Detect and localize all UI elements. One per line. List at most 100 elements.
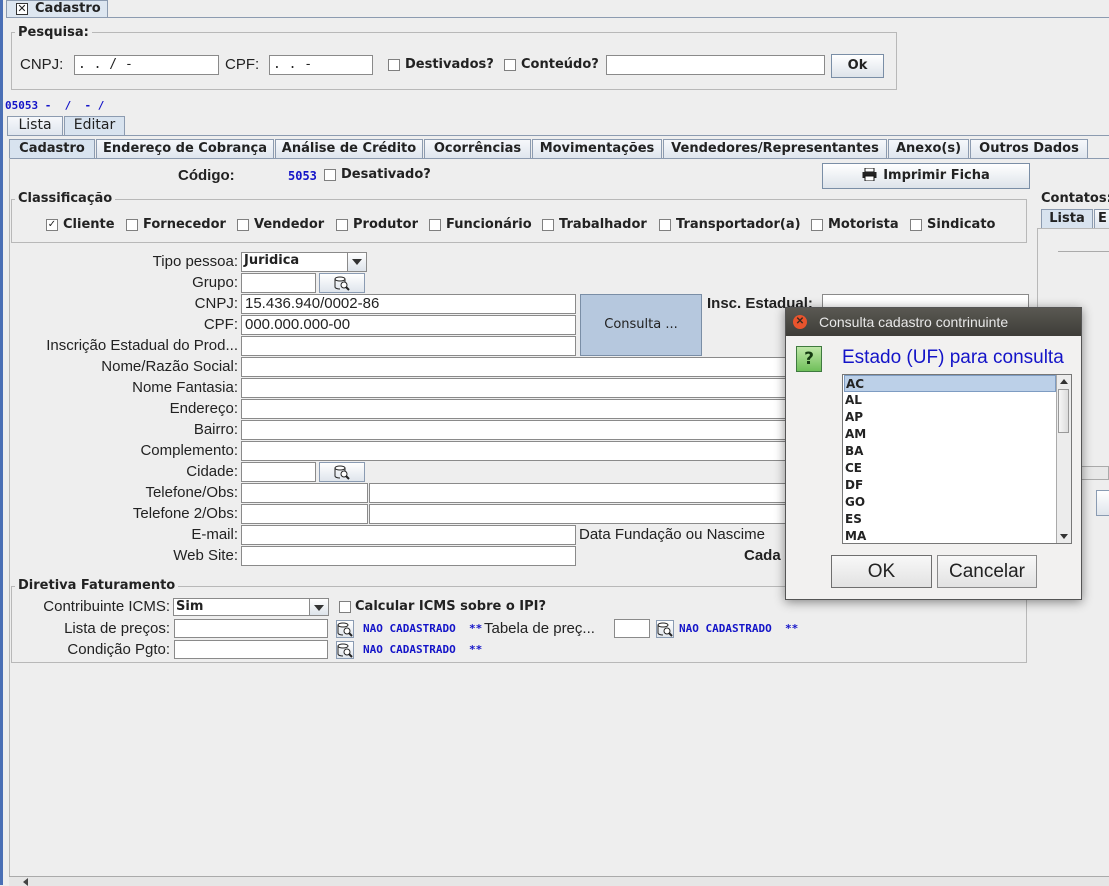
telefone-input[interactable] [241,483,368,503]
dialog-close-icon[interactable]: ✕ [793,315,807,329]
condicao-label: Condição Pgto: [67,641,170,658]
status-line: 05053 - / - / [5,99,105,112]
consulta-button[interactable]: Consulta ... [580,294,702,356]
uf-item[interactable]: BA [844,443,1056,460]
tab-analise-credito-label: Análise de Crédito [281,141,417,156]
uf-item[interactable]: AL [844,392,1056,409]
tab-movimentacoes-label: Movimentações [539,141,655,156]
sindicato-label: Sindicato [927,217,996,232]
window-tab[interactable]: ✕ Cadastro [6,0,108,18]
tipo-pessoa-select[interactable]: Juridica [241,252,367,272]
tab-endereco-cobranca[interactable]: Endereço de Cobrança [96,139,274,158]
fornecedor-checkbox[interactable] [126,219,138,231]
pesquisa-ok-button[interactable]: Ok [831,54,884,78]
cidade-search-button[interactable] [319,462,365,482]
view-tab-lista[interactable]: Lista [7,116,63,135]
condicao-input[interactable] [174,640,328,659]
codigo-label: Código: [178,167,235,184]
cliente-checkbox[interactable]: ✓ [46,219,58,231]
lista-precos-input[interactable] [174,619,328,638]
lista-precos-search-button[interactable] [336,620,354,638]
tab-cadastro[interactable]: Cadastro [9,139,95,158]
uf-item[interactable]: AM [844,426,1056,443]
scroll-down-icon[interactable] [1060,534,1068,539]
transportador-checkbox[interactable] [659,219,671,231]
pesquisa-title: Pesquisa: [15,25,92,40]
codigo-value: 5053 [288,169,317,183]
website-input[interactable] [241,546,576,566]
produtor-checkbox[interactable] [336,219,348,231]
dialog-cancel-button[interactable]: Cancelar [937,555,1037,588]
condicao-search-button[interactable] [336,641,354,659]
dialog-titlebar[interactable]: ✕ Consulta cadastro contrinuinte [786,308,1081,336]
fantasia-input[interactable] [241,378,831,398]
tab-outros-dados[interactable]: Outros Dados [970,139,1088,158]
close-icon[interactable]: ✕ [16,3,28,15]
view-tab-editar[interactable]: Editar [64,116,125,135]
tabela-precos-search-button[interactable] [656,620,674,638]
consulta-dialog: ✕ Consulta cadastro contrinuinte ? Estad… [785,307,1082,600]
vendedor-checkbox[interactable] [237,219,249,231]
uf-item[interactable]: ES [844,511,1056,528]
fundacao-label: Data Fundação ou Nascime [579,526,765,543]
view-tab-rule [7,135,1109,136]
scroll-up-icon[interactable] [1060,379,1068,384]
nome-input[interactable] [241,357,831,377]
tab-analise-credito[interactable]: Análise de Crédito [275,139,423,158]
condicao-status: NAO CADASTRADO ** [363,643,483,656]
trabalhador-checkbox[interactable] [542,219,554,231]
tab-vendedores[interactable]: Vendedores/Representantes [663,139,887,158]
pesquisa-search-input[interactable] [606,55,825,75]
uf-list[interactable]: AC AL AP AM BA CE DF GO ES MA [842,374,1072,544]
scroll-thumb[interactable] [1058,389,1069,433]
complemento-label: Complemento: [140,442,238,459]
grupo-input[interactable] [241,273,316,293]
chevron-down-icon[interactable] [347,253,366,271]
cidade-input[interactable] [241,462,316,482]
contatos-tab-lista-label: Lista [1049,211,1085,226]
complemento-input[interactable] [241,441,831,461]
pesquisa-cpf-input[interactable]: . . - [269,55,373,75]
cpf-input[interactable]: 000.000.000-00 [241,315,576,335]
tab-ocorrencias[interactable]: Ocorrências [424,139,531,158]
desativado-checkbox[interactable] [324,169,336,181]
uf-item[interactable]: GO [844,494,1056,511]
uf-item[interactable]: AP [844,409,1056,426]
contatos-button-partial[interactable] [1096,490,1109,516]
telefone2-input[interactable] [241,504,368,524]
uf-item[interactable]: DF [844,477,1056,494]
cnpj-input[interactable]: 15.436.940/0002-86 [241,294,576,314]
contatos-tab-e[interactable]: E [1094,209,1109,228]
dialog-ok-button[interactable]: OK [831,555,932,588]
tab-anexos[interactable]: Anexo(s) [888,139,969,158]
tab-movimentacoes[interactable]: Movimentações [532,139,662,158]
printer-icon [862,166,877,190]
pesquisa-cnpj-input[interactable]: . . / - [74,55,219,75]
tabela-precos-input[interactable] [614,619,650,638]
uf-item[interactable]: AC [844,375,1056,392]
calc-icms-checkbox[interactable] [339,601,351,613]
icms-select[interactable]: Sim [173,598,329,616]
tab-anexos-label: Anexo(s) [895,141,962,156]
email-input[interactable] [241,525,576,545]
funcionario-checkbox[interactable] [429,219,441,231]
contatos-tab-lista[interactable]: Lista [1041,209,1093,228]
chevron-down-icon[interactable] [309,599,328,615]
classificacao-title: Classificação [15,191,116,206]
desativados-checkbox[interactable] [388,59,400,71]
telefone2-obs-input[interactable] [369,504,831,524]
uf-item[interactable]: CE [844,460,1056,477]
uf-item[interactable]: MA [844,528,1056,543]
tab-endereco-cobranca-label: Endereço de Cobrança [103,141,267,156]
uf-list-scrollbar[interactable] [1056,375,1071,543]
conteudo-checkbox[interactable] [504,59,516,71]
imprimir-ficha-button[interactable]: Imprimir Ficha [822,163,1030,189]
grupo-search-button[interactable] [319,273,365,293]
bairro-input[interactable] [241,420,831,440]
telefone-obs-input[interactable] [369,483,831,503]
sindicato-checkbox[interactable] [910,219,922,231]
contatos-header [1058,245,1109,252]
motorista-checkbox[interactable] [811,219,823,231]
insc-prod-input[interactable] [241,336,576,356]
endereco-input[interactable] [241,399,831,419]
